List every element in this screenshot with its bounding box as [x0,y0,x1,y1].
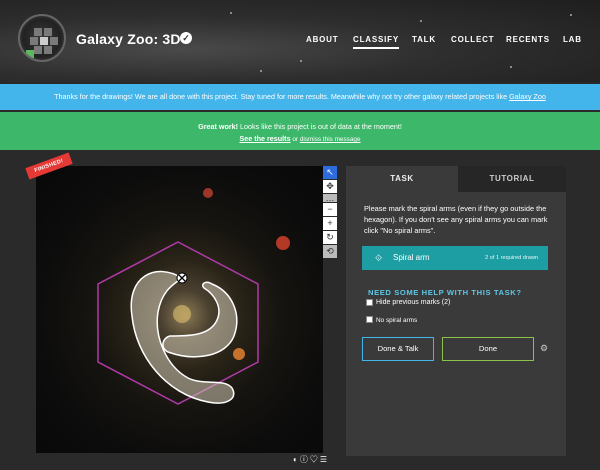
tab-tutorial[interactable]: TUTORIAL [458,166,566,192]
task-panel: TASK TUTORIAL Please mark the spiral arm… [346,166,566,456]
galaxy-core [173,305,191,323]
project-title[interactable]: Galaxy Zoo: 3D [76,31,181,47]
nav-lab[interactable]: LAB [563,35,582,44]
galaxy-zoo-link[interactable]: Galaxy Zoo [509,92,546,101]
great-work-label: Great work! [198,122,239,131]
hide-marks-checkbox[interactable] [366,299,373,306]
star-object [203,188,213,198]
or-text: or [290,136,300,143]
announcement-banner: Thanks for the drawings! We are all done… [0,84,600,110]
hide-marks-label: Hide previous marks (2) [376,299,451,306]
drawn-count: 2 of 1 required drawn [485,255,538,261]
image-bottom-controls: ◐ⓘ♡☰ [293,454,329,465]
check-circle-icon: ✓ [180,32,192,44]
spiral-arm-tool-button[interactable]: ⟐ Spiral arm 2 of 1 required drawn [362,246,548,270]
separator-icon: … [323,194,337,203]
reset-icon[interactable]: ⟲ [323,245,337,258]
nav-about[interactable]: ABOUT [306,35,338,44]
zoom-out-icon[interactable]: − [323,203,337,216]
out-of-data-banner: Great work! Looks like this project is o… [0,112,600,150]
image-toolbar: ↖ ✥ … − + ↻ ⟲ [323,166,337,259]
rotate-icon[interactable]: ↻ [323,231,337,244]
tab-task[interactable]: TASK [346,166,458,192]
spiral-arm-label: Spiral arm [393,253,430,262]
zoom-in-icon[interactable]: + [323,217,337,230]
spiral-icon: ⟐ [375,253,383,263]
see-results-link[interactable]: See the results [239,134,290,143]
info-icon[interactable]: ⓘ [300,455,310,464]
drawing-canvas[interactable] [36,166,323,453]
project-avatar[interactable] [18,14,66,62]
announcement-text: Thanks for the drawings! We are all done… [54,92,510,101]
subject-image[interactable] [36,166,323,453]
pointer-icon[interactable]: ↖ [323,166,337,179]
task-tabs: TASK TUTORIAL [346,166,566,192]
nav-recents[interactable]: RECENTS [506,35,550,44]
nav-classify[interactable]: CLASSIFY [353,35,399,49]
star-object [233,348,245,360]
no-spiral-arms-label: No spiral arms [376,317,418,324]
spiral-arm-mark[interactable] [162,281,238,358]
site-header: Galaxy Zoo: 3D ✓ ABOUT CLASSIFY TALK COL… [0,0,600,82]
contrast-icon[interactable]: ◐ [293,455,300,464]
nav-talk[interactable]: TALK [412,35,436,44]
star-object [276,236,290,250]
done-button[interactable]: Done [442,337,534,361]
heart-icon[interactable]: ♡ [310,455,320,464]
no-spiral-arms-checkbox[interactable] [366,316,373,323]
gear-icon[interactable]: ⚙ [540,343,548,354]
list-icon[interactable]: ☰ [320,455,329,464]
task-instructions: Please mark the spiral arms (even if the… [364,204,548,235]
nav-collect[interactable]: COLLECT [451,35,494,44]
move-icon[interactable]: ✥ [323,180,337,193]
dismiss-message-link[interactable]: dismiss this message [300,136,361,143]
done-and-talk-button[interactable]: Done & Talk [362,337,434,361]
out-of-data-text: Looks like this project is out of data a… [238,122,402,131]
help-link[interactable]: NEED SOME HELP WITH THIS TASK? [368,288,522,297]
